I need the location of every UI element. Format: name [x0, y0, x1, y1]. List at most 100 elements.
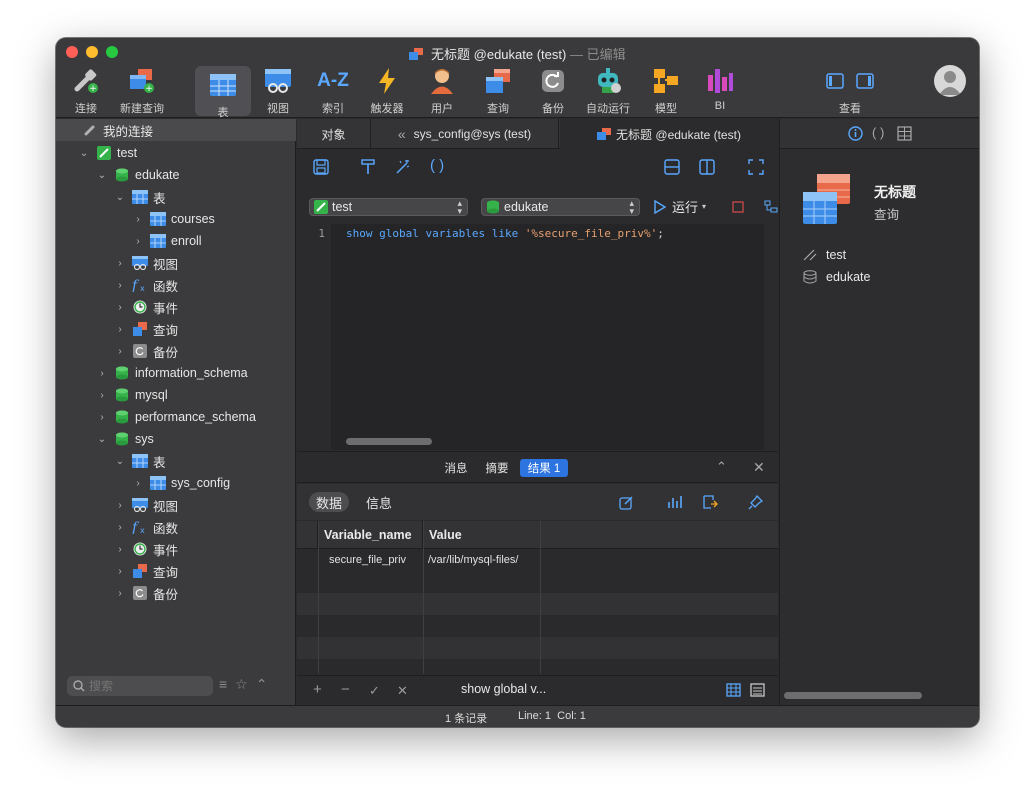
tree-item[interactable]: › 事件 — [114, 538, 178, 560]
sidebar-header[interactable]: 我的连接 — [56, 119, 296, 141]
toolbar-table-button[interactable]: 表 — [195, 66, 251, 119]
tree-item[interactable]: › 查询 — [114, 318, 178, 340]
chevron-down-icon[interactable]: ⌄ — [96, 170, 108, 181]
toolbar-trigger-button[interactable]: 触发器 — [359, 64, 415, 116]
tree-item[interactable]: › f x 函数 — [114, 516, 178, 538]
tree-item[interactable]: › courses — [132, 208, 215, 230]
tab-result-1[interactable]: 结果 1 — [520, 459, 568, 477]
tree-item[interactable]: › 查询 — [114, 560, 178, 582]
export-icon[interactable] — [702, 494, 718, 510]
chevron-right-icon[interactable]: › — [96, 368, 108, 379]
format-icon[interactable] — [360, 159, 376, 175]
delete-row-icon[interactable]: − — [341, 681, 350, 698]
right-panel-icon[interactable] — [856, 73, 874, 89]
toolbar-connect-button[interactable]: + 连接 — [58, 64, 114, 116]
tab-info[interactable]: 信息 — [359, 492, 399, 512]
tree-item[interactable]: › f x 函数 — [114, 274, 178, 296]
stop-icon[interactable] — [732, 201, 744, 213]
toolbar-new-query-button[interactable]: + 新建查询 — [114, 64, 170, 116]
chevron-right-icon[interactable]: › — [114, 522, 126, 533]
grid-view-icon[interactable] — [726, 683, 741, 697]
tree-item[interactable]: › 备份 — [114, 340, 178, 362]
chevron-right-icon[interactable]: › — [114, 280, 126, 291]
tree-item[interactable]: › sys_config — [132, 472, 230, 494]
parentheses-icon[interactable]: ( ) — [872, 125, 884, 140]
fullscreen-icon[interactable] — [748, 159, 764, 175]
toolbar-automation-button[interactable]: 自动运行 — [580, 64, 636, 116]
toolbar-bi-button[interactable]: BI — [692, 64, 748, 112]
close-icon[interactable]: ✕ — [753, 459, 765, 476]
chevron-right-icon[interactable]: › — [114, 566, 126, 577]
chevron-right-icon[interactable]: › — [132, 478, 144, 489]
chevron-right-icon[interactable]: › — [114, 258, 126, 269]
edit-icon[interactable] — [619, 495, 634, 510]
toolbar-view-toggle[interactable]: 查看 — [822, 64, 878, 116]
grid-layout-icon[interactable] — [897, 126, 912, 141]
tab-messages[interactable]: 消息 — [439, 459, 473, 477]
vertical-scroll-track[interactable] — [764, 224, 778, 450]
tree-item[interactable]: › performance_schema — [96, 406, 256, 428]
table-cell[interactable]: secure_file_priv — [329, 549, 406, 571]
sql-editor[interactable]: 1 show global variables like '%secure_fi… — [297, 224, 764, 450]
table-cell[interactable]: /var/lib/mysql-files/ — [428, 549, 518, 571]
chevron-right-icon[interactable]: › — [114, 302, 126, 313]
tree-item[interactable]: › 事件 — [114, 296, 178, 318]
save-icon[interactable] — [313, 159, 329, 175]
discard-icon[interactable]: ✕ — [397, 683, 408, 699]
chevron-left-icon[interactable]: « — [398, 126, 406, 142]
chevron-down-icon[interactable]: ⌄ — [114, 192, 126, 203]
tree-item[interactable]: ⌄ 表 — [114, 450, 166, 472]
sidebar-search[interactable] — [67, 676, 213, 696]
tree-item[interactable]: ⌄ test — [78, 142, 137, 164]
chevron-right-icon[interactable]: › — [96, 412, 108, 423]
info-panel-scrollbar[interactable] — [784, 692, 922, 699]
chevron-right-icon[interactable]: › — [114, 500, 126, 511]
info-icon[interactable] — [848, 126, 863, 141]
tree-item[interactable]: ⌄ 表 — [114, 186, 166, 208]
connection-select[interactable]: test ▴ ▾ — [309, 198, 468, 216]
tree-item[interactable]: › 视图 — [114, 494, 178, 516]
filter-icon[interactable]: ≡ — [219, 676, 235, 692]
chevron-down-icon[interactable]: ⌄ — [114, 456, 126, 467]
tab-summary[interactable]: 摘要 — [480, 459, 514, 477]
chevron-down-icon[interactable]: ⌄ — [78, 148, 90, 159]
chevron-right-icon[interactable]: › — [114, 346, 126, 357]
chevron-right-icon[interactable]: › — [96, 390, 108, 401]
search-input[interactable] — [89, 679, 199, 693]
tab-untitled-query[interactable]: 无标题 @edukate (test) — [560, 119, 778, 149]
tree-item[interactable]: ⌄ edukate — [96, 164, 180, 186]
chart-icon[interactable] — [667, 494, 683, 510]
toolbar-model-button[interactable]: 模型 — [638, 64, 694, 116]
run-button[interactable]: 运行 ▾ — [654, 197, 706, 216]
toolbar-backup-button[interactable]: 备份 — [525, 64, 581, 116]
toolbar-query-button[interactable]: 查询 — [470, 64, 526, 116]
tab-sys-config[interactable]: « sys_config@sys (test) — [371, 119, 559, 149]
add-row-icon[interactable]: + — [313, 681, 322, 698]
toolbar-index-button[interactable]: A-Z 索引 — [305, 64, 361, 116]
tab-objects[interactable]: 对象 — [297, 119, 371, 149]
column-header-value[interactable]: Value — [423, 521, 541, 549]
toolbar-view-button[interactable]: 视图 — [250, 64, 306, 116]
chevron-right-icon[interactable]: › — [132, 236, 144, 247]
split-horizontal-icon[interactable] — [664, 159, 680, 175]
left-panel-icon[interactable] — [826, 73, 844, 89]
tree-item[interactable]: › 视图 — [114, 252, 178, 274]
chevron-right-icon[interactable]: › — [114, 324, 126, 335]
column-header-variable-name[interactable]: Variable_name — [318, 521, 423, 549]
horizontal-scrollbar[interactable] — [346, 438, 432, 445]
chevron-right-icon[interactable]: › — [132, 214, 144, 225]
pin-icon[interactable] — [748, 495, 763, 510]
tree-item[interactable]: › mysql — [96, 384, 167, 406]
chevron-down-icon[interactable]: ⌄ — [96, 434, 108, 445]
database-select[interactable]: edukate ▴ ▾ — [481, 198, 640, 216]
parentheses-icon[interactable]: ( ) — [430, 157, 444, 174]
apply-icon[interactable]: ✓ — [369, 683, 380, 699]
form-view-icon[interactable] — [750, 683, 765, 697]
chevron-right-icon[interactable]: › — [114, 544, 126, 555]
tree-item[interactable]: › 备份 — [114, 582, 178, 604]
chevron-up-icon[interactable]: ⌃ — [716, 459, 727, 475]
magic-wand-icon[interactable] — [395, 159, 411, 175]
tree-item[interactable]: › information_schema — [96, 362, 247, 384]
star-icon[interactable]: ☆ — [235, 676, 256, 692]
tree-item[interactable]: ⌄ sys — [96, 428, 154, 450]
